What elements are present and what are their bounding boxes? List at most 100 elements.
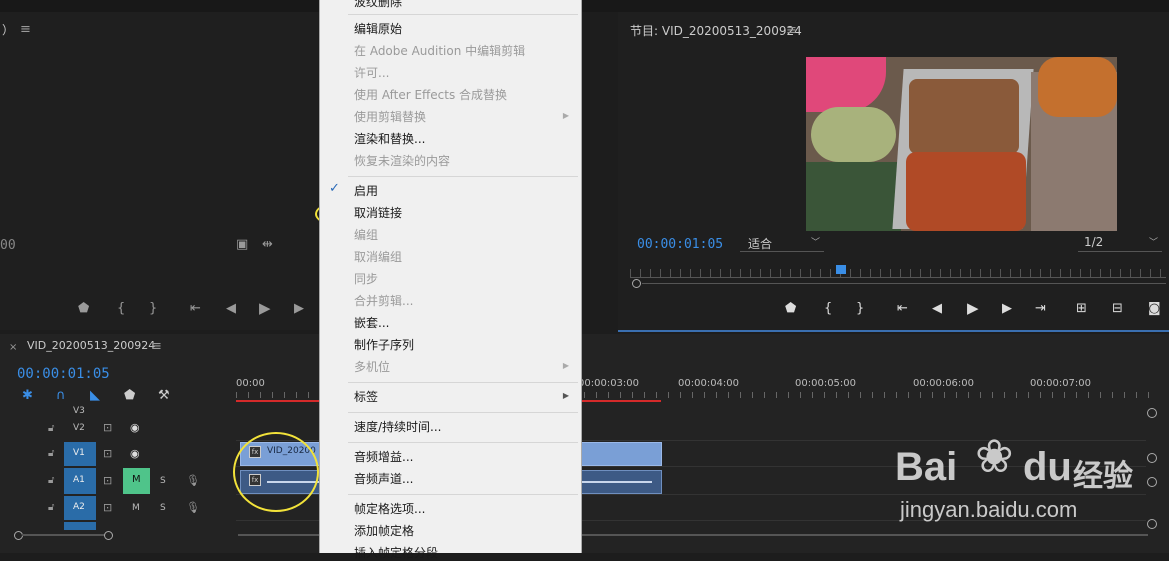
mark-out-icon[interactable]: } xyxy=(856,302,864,316)
wrench-icon[interactable]: ⚒ xyxy=(158,389,170,403)
video-chicken-feet xyxy=(906,152,1026,231)
menu-item-audio-gain[interactable]: 音频增益... xyxy=(354,448,413,465)
go-to-out-icon[interactable]: ⇥ xyxy=(1035,302,1046,316)
menu-item-make-subsequence[interactable]: 制作子序列 xyxy=(354,336,414,353)
lock-icon[interactable]: 🔓︎ xyxy=(48,447,54,461)
menu-item-group[interactable]: 编组 xyxy=(354,226,378,243)
fit-dropdown[interactable]: 适合 ﹀ xyxy=(740,235,824,252)
source-monitor-title: ） xyxy=(2,23,15,37)
resolution-dropdown[interactable]: 1/2 ﹀ xyxy=(1078,235,1162,252)
menu-item-add-frame-hold[interactable]: 添加帧定格 xyxy=(354,522,414,539)
step-forward-icon[interactable]: ▶ xyxy=(1002,302,1012,316)
track-header-v3: V3 xyxy=(64,404,96,418)
program-monitor-panel: 节目: VID_20200513_200924 ≡ 00:00:01:05 适合… xyxy=(618,12,1169,330)
baidu-logo-text-b: du xyxy=(1023,445,1072,489)
mute-button-a1[interactable]: M xyxy=(123,468,150,494)
solo-button[interactable]: S xyxy=(160,503,166,513)
sync-lock-icon[interactable]: ⊡ xyxy=(103,474,112,488)
marker-icon[interactable]: ⬟ xyxy=(785,302,796,316)
sync-lock-icon[interactable]: ⊡ xyxy=(103,501,112,515)
lift-icon[interactable]: ⊞ xyxy=(1076,302,1087,316)
menu-item-render-and-replace[interactable]: 渲染和替换... xyxy=(354,130,425,147)
microphone-icon[interactable]: 🎙︎ xyxy=(186,474,200,488)
go-to-in-icon[interactable]: ⇤ xyxy=(190,302,201,316)
track-target-a2[interactable]: A2 xyxy=(64,496,96,520)
mute-label: M xyxy=(132,474,141,485)
ruler-label: 00:00:05:00 xyxy=(795,378,857,389)
mark-in-icon[interactable]: { xyxy=(117,302,125,316)
baidu-url: jingyan.baidu.com xyxy=(900,497,1078,522)
scroll-handle[interactable] xyxy=(1147,408,1157,418)
lock-icon[interactable]: 🔓︎ xyxy=(48,474,54,488)
menu-item-synchronize[interactable]: 同步 xyxy=(354,270,378,287)
panel-menu-icon[interactable]: ≡ xyxy=(20,23,31,37)
track-target-v1[interactable]: V1 xyxy=(64,442,96,466)
drag-video-icon[interactable]: ⇹ xyxy=(262,238,273,252)
eye-icon[interactable]: ◉ xyxy=(130,421,140,435)
menu-item-unlink[interactable]: 取消链接 xyxy=(354,204,402,221)
video-cucumber xyxy=(806,162,901,231)
mark-out-icon[interactable]: } xyxy=(149,302,157,316)
program-ruler[interactable] xyxy=(630,269,1166,278)
microphone-icon[interactable]: 🎙︎ xyxy=(186,501,200,515)
ruler-label: 00:00:03:00 xyxy=(578,378,640,389)
snap-icon[interactable]: ✱ xyxy=(22,389,33,403)
step-forward-icon[interactable]: ▶ xyxy=(294,302,304,316)
menu-item-audio-channels[interactable]: 音频声道... xyxy=(354,470,413,487)
annotation-circle-clips xyxy=(233,432,319,512)
zoom-handle[interactable] xyxy=(632,279,641,288)
play-icon[interactable]: ▶ xyxy=(259,301,271,316)
menu-item-multi-camera[interactable]: 多机位 xyxy=(354,358,390,375)
panel-menu-icon[interactable]: ≡ xyxy=(786,24,797,38)
menu-separator xyxy=(348,494,578,495)
menu-item-ripple-delete[interactable]: 波纹删除 xyxy=(354,0,402,10)
paw-icon: ❀ xyxy=(975,429,1014,483)
menu-item-label[interactable]: 标签 xyxy=(354,388,378,405)
menu-item-license[interactable]: 许可... xyxy=(354,64,389,81)
menu-item-edit-in-audition[interactable]: 在 Adobe Audition 中编辑剪辑 xyxy=(354,42,525,59)
lock-icon[interactable]: 🔓︎ xyxy=(48,422,54,436)
playhead[interactable] xyxy=(836,265,846,274)
play-icon[interactable]: ▶ xyxy=(967,301,979,316)
submenu-arrow-icon: ▶ xyxy=(562,111,569,120)
menu-item-enable[interactable]: 启用 xyxy=(354,182,378,199)
menu-item-restore-unrendered[interactable]: 恢复未渲染的内容 xyxy=(354,152,450,169)
menu-item-merge-clips[interactable]: 合并剪辑... xyxy=(354,292,413,309)
eye-icon[interactable]: ◉ xyxy=(130,447,140,461)
menu-item-frame-hold-options[interactable]: 帧定格选项... xyxy=(354,500,425,517)
menu-item-replace-with-ae[interactable]: 使用 After Effects 合成替换 xyxy=(354,86,507,103)
close-icon[interactable]: × xyxy=(9,341,17,355)
linked-selection-icon[interactable]: ◣ xyxy=(90,389,100,403)
step-back-icon[interactable]: ◀ xyxy=(226,302,236,316)
submenu-arrow-icon: ▶ xyxy=(562,391,569,400)
mute-button[interactable]: M xyxy=(132,503,140,513)
sync-lock-icon[interactable]: ⊡ xyxy=(103,447,112,461)
panel-menu-icon[interactable]: ≡ xyxy=(151,340,162,354)
go-to-in-icon[interactable]: ⇤ xyxy=(897,302,908,316)
extract-icon[interactable]: ⊟ xyxy=(1112,302,1123,316)
baidu-logo-text-c: 经验 xyxy=(1073,459,1133,494)
track-name: A1 xyxy=(73,475,85,485)
h-scrollbar[interactable] xyxy=(22,534,104,536)
menu-item-speed-duration[interactable]: 速度/持续时间... xyxy=(354,418,442,435)
safe-margins-icon[interactable]: ▣ xyxy=(236,238,248,252)
submenu-arrow-icon: ▶ xyxy=(562,361,569,370)
lock-icon[interactable]: 🔓︎ xyxy=(48,501,54,515)
zoom-bar[interactable] xyxy=(642,283,1166,284)
track-target-a1[interactable]: A1 xyxy=(64,468,96,494)
menu-item-nest[interactable]: 嵌套... xyxy=(354,314,389,331)
solo-button[interactable]: S xyxy=(160,476,166,486)
menu-separator xyxy=(348,382,578,383)
menu-item-edit-original[interactable]: 编辑原始 xyxy=(354,20,402,37)
add-marker-icon[interactable]: ⬟ xyxy=(124,389,135,403)
marker-icon[interactable]: ⬟ xyxy=(78,302,89,316)
sync-lock-icon[interactable]: ⊡ xyxy=(103,421,112,435)
export-frame-icon[interactable]: ◙ xyxy=(1148,302,1161,316)
mark-in-icon[interactable]: { xyxy=(824,302,832,316)
h-scrollbar-handle-right[interactable] xyxy=(104,531,113,540)
menu-item-ungroup[interactable]: 取消编组 xyxy=(354,248,402,265)
magnet-icon[interactable]: ∩ xyxy=(56,389,66,403)
step-back-icon[interactable]: ◀ xyxy=(932,302,942,316)
ruler-label: 00:00:04:00 xyxy=(678,378,740,389)
menu-item-replace-with-clip[interactable]: 使用剪辑替换 xyxy=(354,108,426,125)
